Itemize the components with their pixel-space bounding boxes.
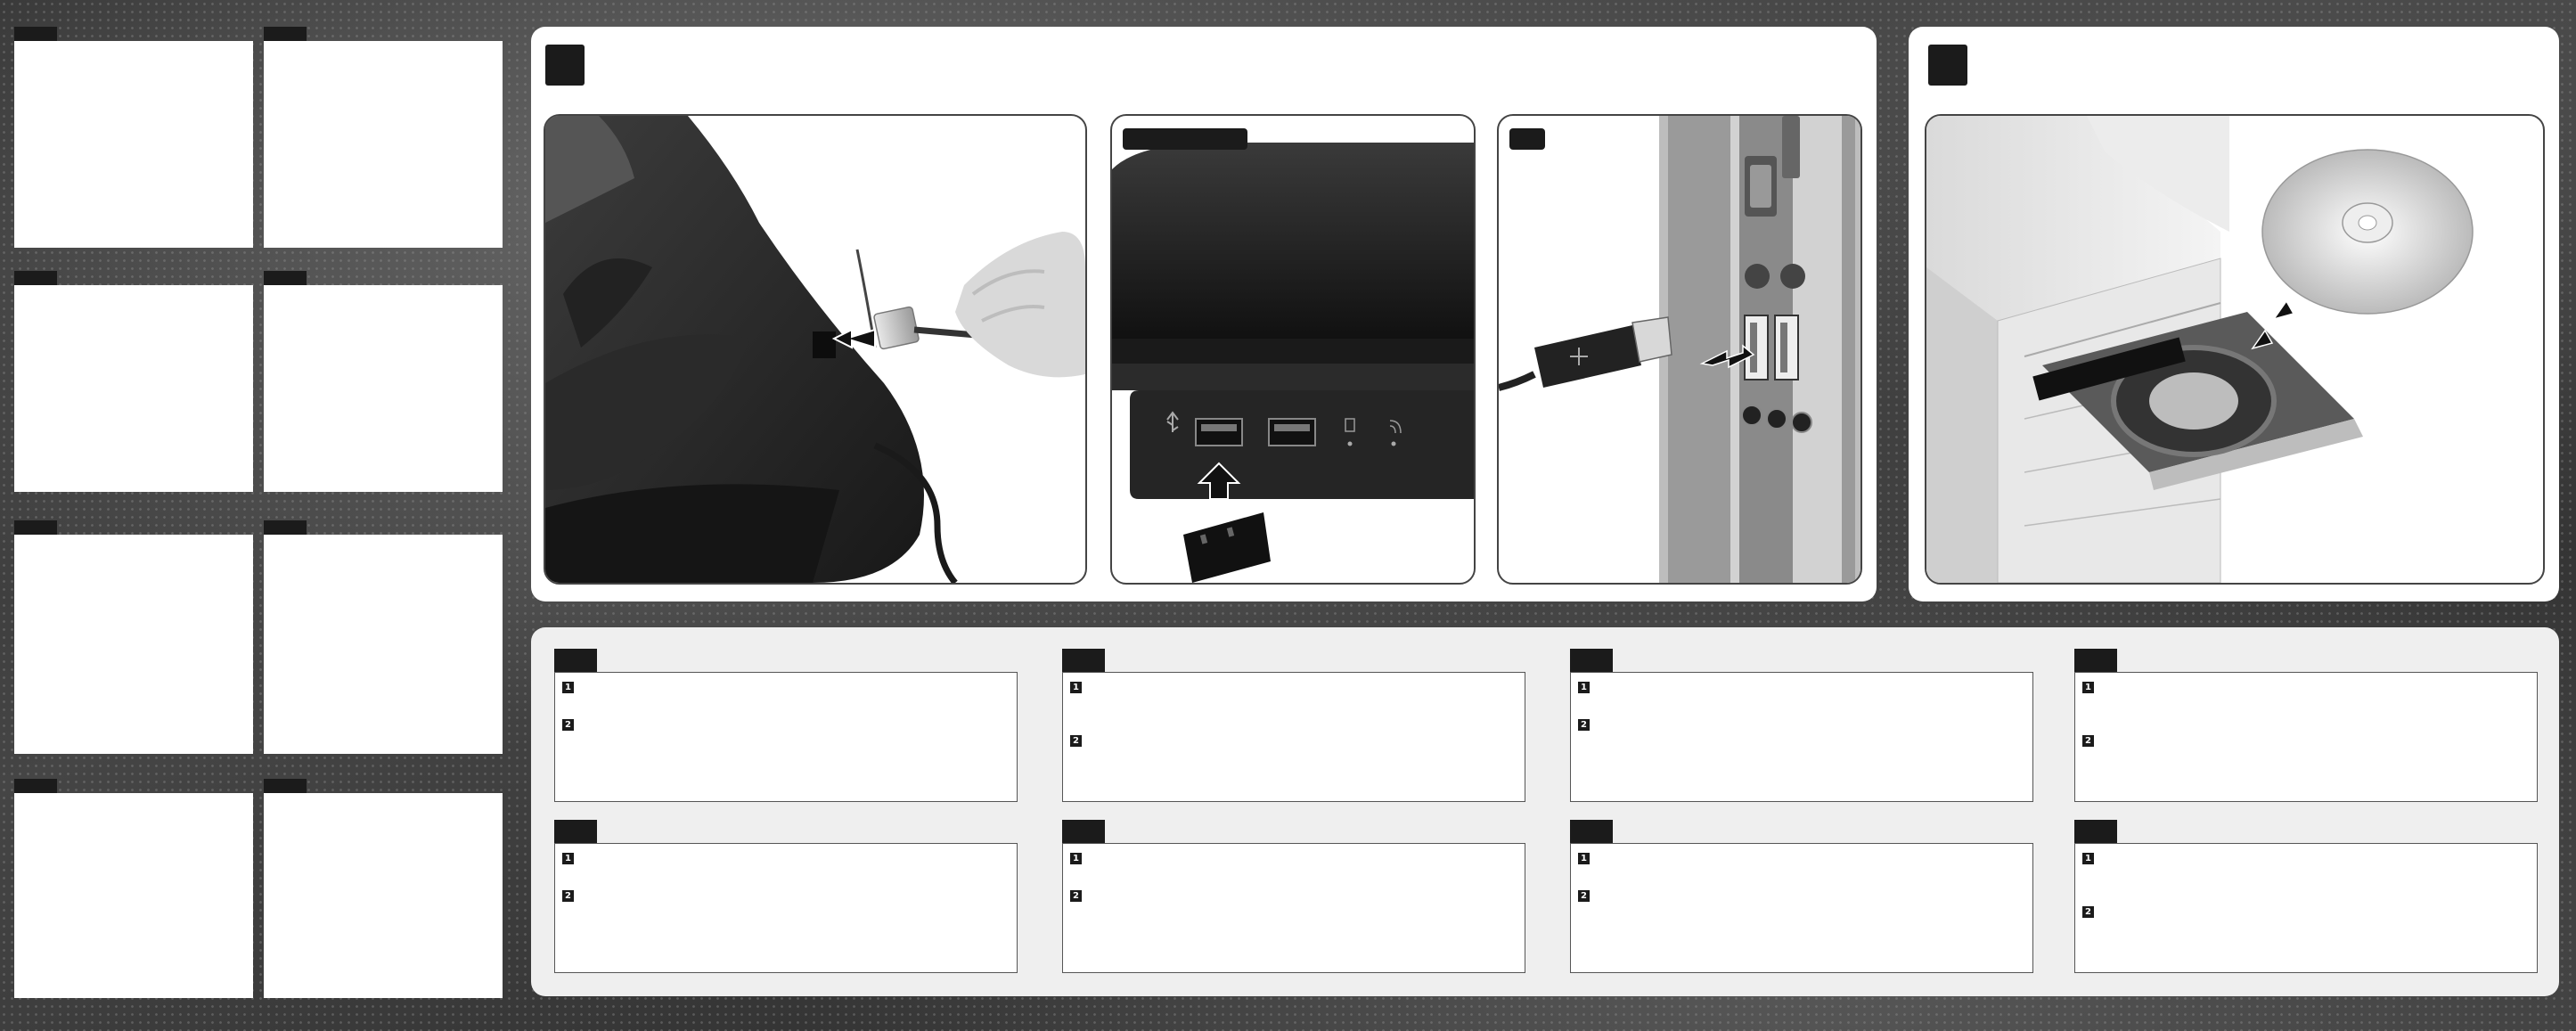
software-panel	[1909, 27, 2559, 601]
step-number: 1	[2082, 853, 2094, 864]
step-badge	[1928, 45, 1967, 86]
step-number: 1	[562, 682, 574, 693]
wheel-connector-illustration	[544, 114, 1087, 585]
cd-install-illustration	[1925, 114, 2545, 585]
language-tile	[14, 535, 253, 754]
instructions-panel: 1 2 1 2 1 2 1 2 1 2 1 2 1 2 1 2	[531, 627, 2559, 996]
language-tile	[264, 535, 503, 754]
language-tile	[14, 285, 253, 492]
step-number: 1	[2082, 682, 2094, 693]
step-number: 2	[1578, 890, 1590, 902]
language-tab	[264, 27, 307, 41]
instruction-header	[1062, 820, 1105, 843]
language-tab	[14, 27, 57, 41]
step-number: 2	[562, 890, 574, 902]
language-tile	[264, 793, 503, 998]
instruction-header	[1570, 649, 1613, 672]
language-tab	[14, 779, 57, 793]
step-badge	[545, 45, 585, 86]
platform-label	[1509, 128, 1545, 150]
instruction-box: 1 2	[1062, 672, 1525, 802]
step-number: 1	[1070, 682, 1082, 693]
instruction-box: 1 2	[2074, 672, 2538, 802]
language-tab	[14, 520, 57, 535]
language-tab	[264, 779, 307, 793]
instruction-box: 1 2	[1570, 672, 2033, 802]
language-tile	[14, 41, 253, 248]
step-number: 1	[1578, 853, 1590, 864]
instruction-header	[2074, 649, 2117, 672]
step-number: 2	[2082, 906, 2094, 918]
instruction-header	[554, 820, 597, 843]
instruction-header	[1570, 820, 1613, 843]
instruction-box: 1 2	[554, 843, 1018, 973]
instruction-box: 1 2	[554, 672, 1018, 802]
language-tile	[264, 285, 503, 492]
instruction-header	[554, 649, 597, 672]
language-tile	[14, 793, 253, 998]
console-usb-illustration	[1110, 114, 1476, 585]
instruction-header	[1062, 649, 1105, 672]
pc-usb-illustration	[1497, 114, 1862, 585]
step-number: 2	[1070, 735, 1082, 747]
step-number: 2	[1578, 719, 1590, 731]
step-number: 1	[562, 853, 574, 864]
step-number: 2	[2082, 735, 2094, 747]
instruction-box: 1 2	[1062, 843, 1525, 973]
language-tab	[14, 271, 57, 285]
instruction-box: 1 2	[1570, 843, 2033, 973]
step-number: 2	[1070, 890, 1082, 902]
step-number: 1	[1070, 853, 1082, 864]
step-number: 1	[1578, 682, 1590, 693]
language-tile	[264, 41, 503, 248]
language-tab	[264, 271, 307, 285]
platform-label	[1123, 128, 1247, 150]
connection-panel	[531, 27, 1877, 601]
instruction-box: 1 2	[2074, 843, 2538, 973]
step-number: 2	[562, 719, 574, 731]
language-tab	[264, 520, 307, 535]
instruction-header	[2074, 820, 2117, 843]
